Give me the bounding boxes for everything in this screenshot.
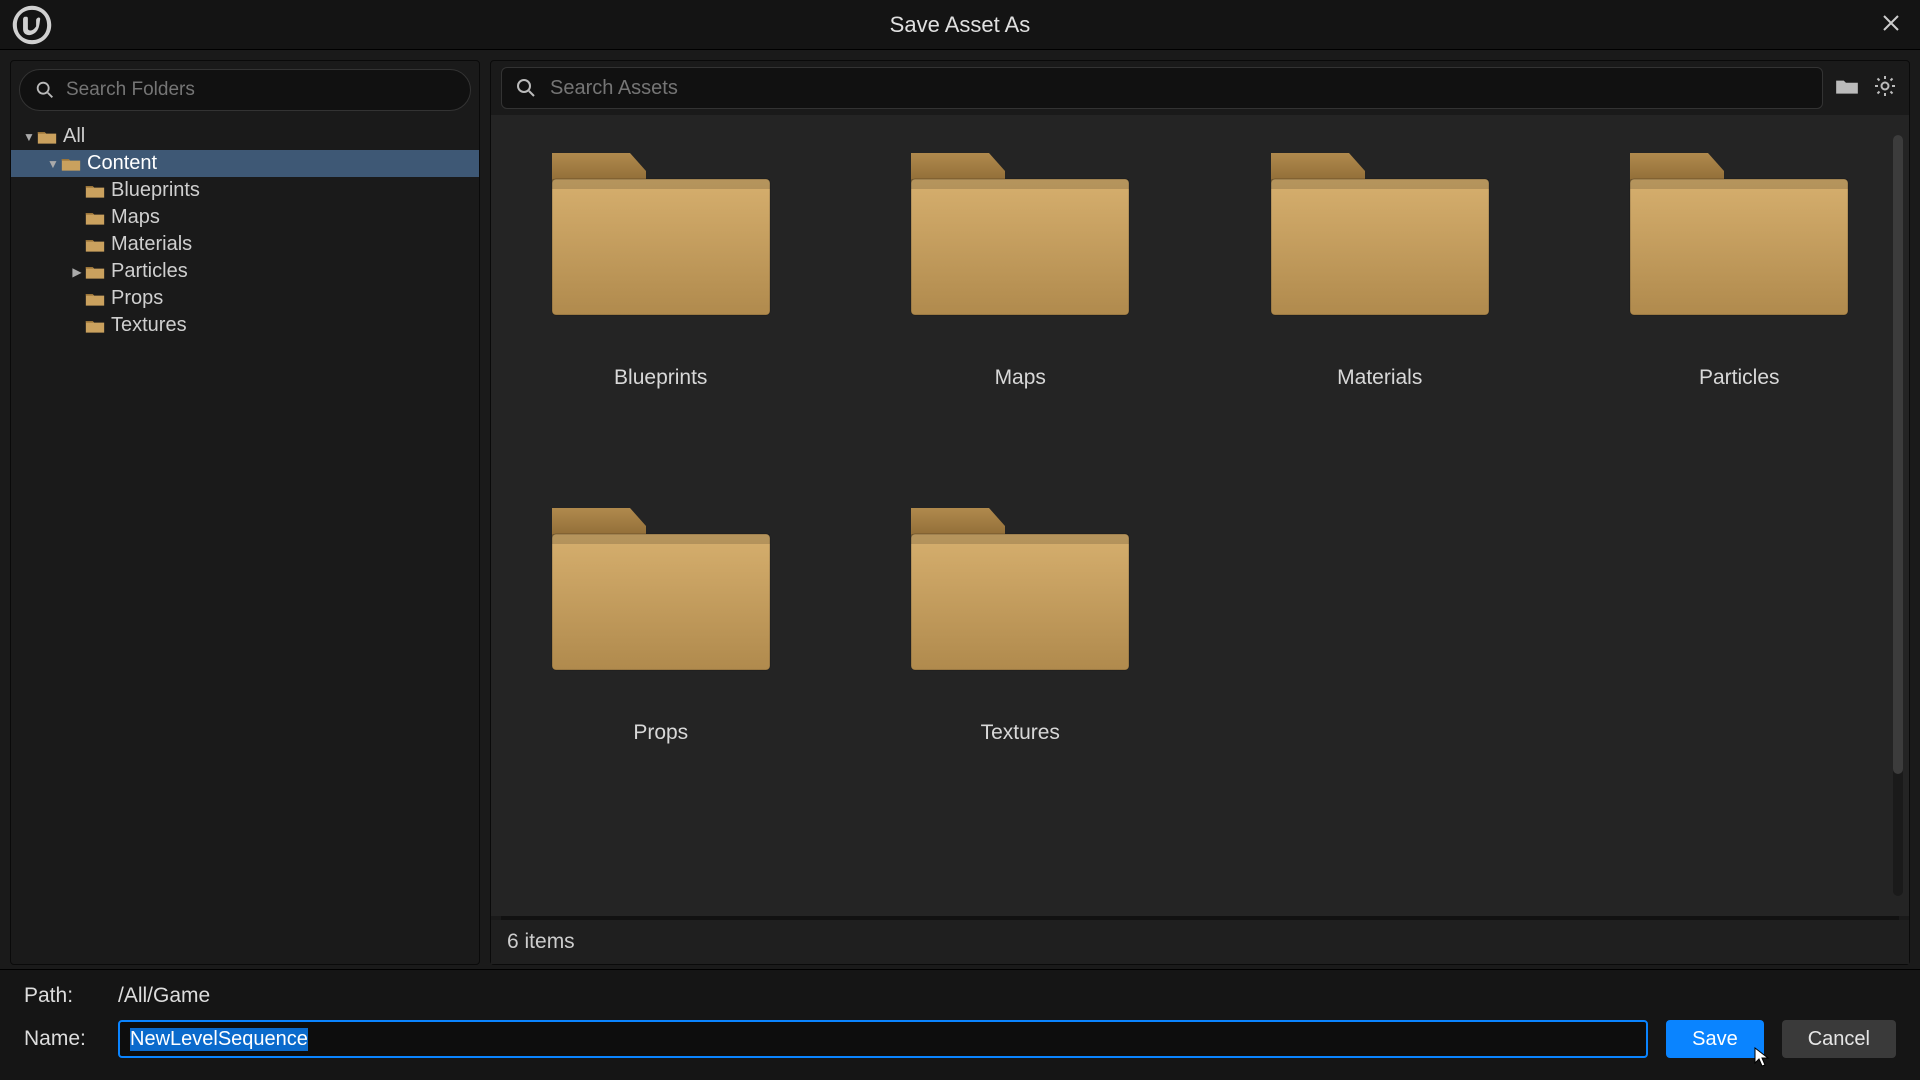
folder-label: Blueprints: [614, 366, 707, 390]
name-label: Name:: [24, 1027, 100, 1051]
folder-icon: [85, 264, 105, 280]
folder-icon: [546, 500, 776, 675]
save-button[interactable]: Save: [1666, 1020, 1764, 1058]
titlebar: Save Asset As: [0, 0, 1920, 50]
scrollbar-thumb[interactable]: [1893, 135, 1903, 774]
folder-tree-panel: ▼All▼ContentBlueprintsMapsMaterials▶Part…: [10, 60, 480, 965]
tree-item-label: Props: [111, 287, 163, 310]
chevron-down-icon: ▼: [45, 157, 61, 171]
folder-display-icon: [1834, 76, 1860, 101]
asset-browser-panel: Blueprints Maps Materials Particles Props Tex…: [490, 60, 1910, 965]
gear-icon: [1873, 74, 1897, 103]
folder-label: Maps: [995, 366, 1046, 390]
tree-item-label: Textures: [111, 314, 187, 337]
folder-item-blueprints[interactable]: Blueprints: [531, 145, 791, 390]
folder-icon: [1624, 145, 1854, 320]
close-button[interactable]: [1874, 8, 1908, 42]
tree-item-content[interactable]: ▼ Content: [11, 150, 479, 177]
folder-display-mode-button[interactable]: [1833, 74, 1861, 102]
tree-item-label: Materials: [111, 233, 192, 256]
dialog-body: ▼All▼ContentBlueprintsMapsMaterials▶Part…: [0, 50, 1920, 969]
tree-item-label: All: [63, 125, 85, 148]
search-icon: [34, 79, 56, 101]
search-icon: [514, 76, 538, 100]
folder-icon: [905, 500, 1135, 675]
tree-item-all[interactable]: ▼ All: [11, 123, 479, 150]
chevron-down-icon: ▼: [21, 130, 37, 144]
tree-item-label: Content: [87, 152, 157, 175]
settings-button[interactable]: [1871, 74, 1899, 102]
close-icon: [1882, 12, 1900, 38]
folder-label: Materials: [1337, 366, 1422, 390]
folder-item-textures[interactable]: Textures: [891, 500, 1151, 745]
asset-grid-viewport: Blueprints Maps Materials Particles Props Tex…: [491, 115, 1909, 916]
folder-search-box[interactable]: [19, 69, 471, 111]
folder-icon: [61, 156, 81, 172]
tree-item-label: Maps: [111, 206, 160, 229]
folder-tree: ▼All▼ContentBlueprintsMapsMaterials▶Part…: [11, 119, 479, 343]
tree-item-label: Blueprints: [111, 179, 200, 202]
chevron-right-icon: ▶: [69, 265, 85, 279]
tree-item-props[interactable]: Props: [11, 285, 479, 312]
folder-item-maps[interactable]: Maps: [891, 145, 1151, 390]
tree-item-maps[interactable]: Maps: [11, 204, 479, 231]
folder-icon: [85, 291, 105, 307]
dialog-footer: Path: /All/Game Name: Save Cancel: [0, 969, 1920, 1080]
path-value: /All/Game: [118, 984, 210, 1008]
tree-item-particles[interactable]: ▶ Particles: [11, 258, 479, 285]
unreal-logo-icon: [10, 3, 54, 47]
status-bar: 6 items: [491, 920, 1909, 964]
folder-icon: [85, 237, 105, 253]
folder-item-materials[interactable]: Materials: [1250, 145, 1510, 390]
folder-icon: [85, 318, 105, 334]
tree-item-label: Particles: [111, 260, 188, 283]
folder-icon: [85, 183, 105, 199]
folder-search-input[interactable]: [66, 79, 456, 101]
tree-item-blueprints[interactable]: Blueprints: [11, 177, 479, 204]
tree-item-textures[interactable]: Textures: [11, 312, 479, 339]
scrollbar[interactable]: [1893, 135, 1903, 896]
tree-item-materials[interactable]: Materials: [11, 231, 479, 258]
window-title: Save Asset As: [0, 12, 1920, 38]
folder-icon: [85, 210, 105, 226]
folder-item-particles[interactable]: Particles: [1610, 145, 1870, 390]
save-asset-dialog: Save Asset As ▼All▼ContentBlueprintsMaps…: [0, 0, 1920, 1080]
folder-icon: [905, 145, 1135, 320]
folder-label: Particles: [1699, 366, 1780, 390]
asset-search-input[interactable]: [550, 77, 1810, 100]
asset-name-input[interactable]: [118, 1020, 1648, 1058]
folder-icon: [1265, 145, 1495, 320]
cancel-button[interactable]: Cancel: [1782, 1020, 1896, 1058]
asset-grid: Blueprints Maps Materials Particles Props Tex…: [531, 145, 1869, 745]
folder-icon: [546, 145, 776, 320]
folder-label: Textures: [981, 721, 1060, 745]
folder-label: Props: [633, 721, 688, 745]
asset-search-box[interactable]: [501, 67, 1823, 109]
path-label: Path:: [24, 984, 100, 1008]
folder-icon: [37, 129, 57, 145]
folder-item-props[interactable]: Props: [531, 500, 791, 745]
item-count-label: 6 items: [507, 930, 575, 954]
